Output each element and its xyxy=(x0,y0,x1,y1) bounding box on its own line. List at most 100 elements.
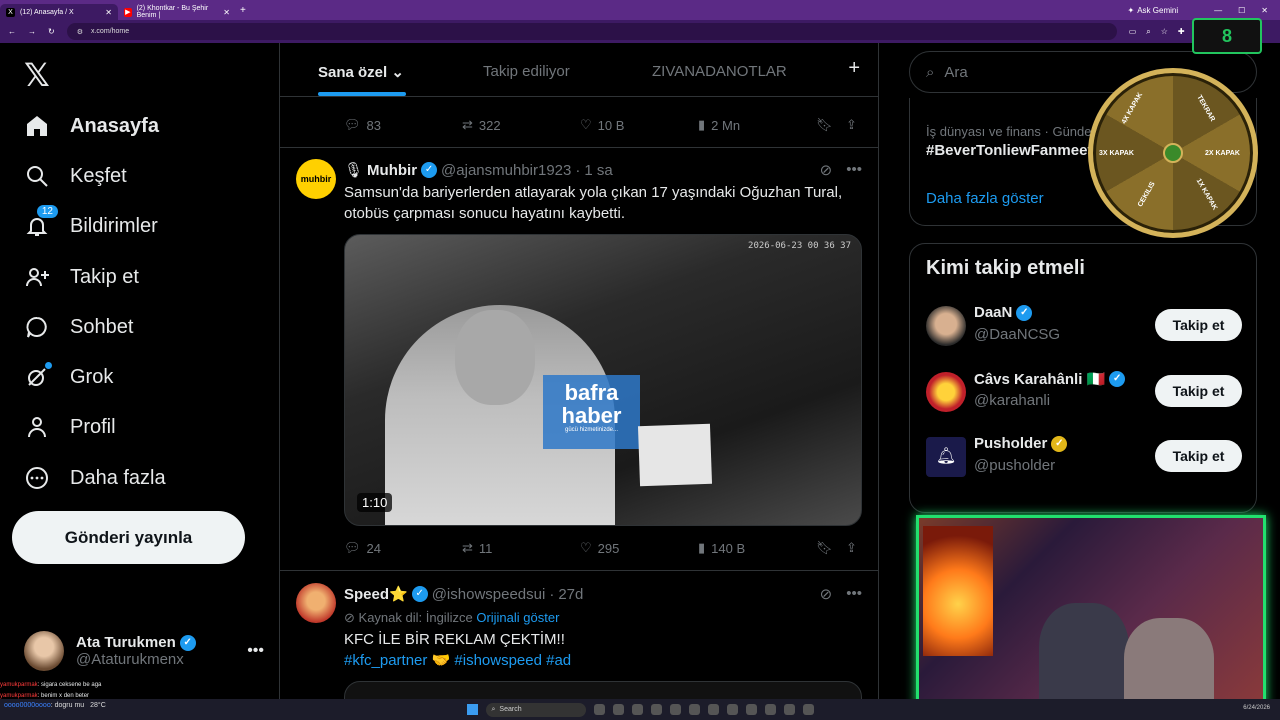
back-icon[interactable]: ← xyxy=(8,27,16,36)
taskbar-app-icon[interactable] xyxy=(783,704,795,715)
more-options-icon[interactable]: ••• xyxy=(846,585,862,603)
active-tab-indicator xyxy=(318,92,406,96)
new-tab-button[interactable]: + xyxy=(240,5,246,16)
tweet-video[interactable]: 2026-06-23 00 36 37 bafra haber gücü hiz… xyxy=(344,234,862,526)
nav-explore[interactable]: Keşfet xyxy=(24,156,127,196)
site-info-icon[interactable]: ⚙ xyxy=(77,28,83,36)
taskbar-app-icon[interactable] xyxy=(802,704,814,715)
bookmark-icon[interactable]: 🔖︎ xyxy=(816,117,846,133)
reload-icon[interactable]: ↻ xyxy=(48,27,55,36)
follow-button[interactable]: Takip et xyxy=(1155,440,1242,472)
views-button[interactable]: ▮ 140 B xyxy=(698,540,816,556)
tab-list[interactable]: ZIVANADANOTLAR xyxy=(652,63,787,80)
taskbar-app-icon[interactable] xyxy=(669,704,681,715)
views-button[interactable]: ▮ 2 Mn xyxy=(698,117,816,133)
tweet-hashtags[interactable]: #kfc_partner 🤝 #ishowspeed #ad xyxy=(344,650,854,671)
nav-grok[interactable]: Grok xyxy=(24,357,113,397)
url-field[interactable]: ⚙ x.com/home xyxy=(66,23,1117,40)
taskbar-app-icon[interactable] xyxy=(593,704,605,715)
follow-icon xyxy=(24,264,50,290)
wheel-hub xyxy=(1163,143,1183,163)
nav-follow[interactable]: Takip et xyxy=(24,257,139,297)
show-more-link[interactable]: Daha fazla göster xyxy=(926,190,1044,207)
chat-message: oooo0000oooo: dogru mu 28°C xyxy=(4,702,106,709)
maximize-icon[interactable]: ☐ xyxy=(1238,6,1245,15)
gemini-icon: ✦ xyxy=(1127,5,1135,15)
timeline-tabs: Sana özel ⌄ Takip ediliyor ZIVANADANOTLA… xyxy=(280,43,878,97)
repost-button[interactable]: ⇄ 11 xyxy=(462,540,580,556)
cast-icon[interactable]: ▭ xyxy=(1129,27,1137,37)
left-navigation: 𝕏 Anasayfa Keşfet 12 Bildirimler Takip e… xyxy=(0,43,279,720)
bookmark-star-icon[interactable]: ☆ xyxy=(1161,27,1168,37)
repost-button[interactable]: ⇄ 322 xyxy=(462,117,580,133)
account-switcher[interactable]: Ata Turukmen ✓ @Ataturukmenx ••• xyxy=(24,629,264,673)
post-button[interactable]: Gönderi yayınla xyxy=(12,511,245,564)
nav-chat[interactable]: Sohbet xyxy=(24,307,133,347)
follow-suggestion[interactable]: 🔔︎ Pusholder ✓ @pusholder Takip et xyxy=(926,435,1242,479)
browser-tab-youtube[interactable]: ▶ (2) Khontkar - Bu Şehir Benim | ✕ xyxy=(118,4,236,20)
reply-button[interactable]: 💬︎ 83 xyxy=(344,117,462,133)
avatar[interactable] xyxy=(296,583,336,623)
close-tab-icon[interactable]: ✕ xyxy=(223,8,230,17)
profile-icon xyxy=(24,414,50,440)
reply-icon: 💬︎ xyxy=(344,117,361,132)
reply-button[interactable]: 💬︎ 24 xyxy=(344,540,462,556)
follow-button[interactable]: Takip et xyxy=(1155,375,1242,407)
follow-suggestion[interactable]: Câvs Karahânli 🇮🇹 ✓ @karahanli Takip et xyxy=(926,370,1242,414)
nav-notifications[interactable]: 12 Bildirimler xyxy=(24,205,158,246)
zoom-icon[interactable]: ⌕ xyxy=(1146,27,1150,37)
add-tab-icon[interactable]: + xyxy=(848,57,860,80)
avatar[interactable]: muhbir xyxy=(296,159,336,199)
bookmark-icon[interactable]: 🔖︎ xyxy=(816,540,846,556)
start-icon[interactable] xyxy=(466,704,478,715)
grok-icon[interactable]: ⊘ xyxy=(820,161,833,179)
taskbar-app-icon[interactable] xyxy=(631,704,643,715)
taskbar-app-icon[interactable] xyxy=(745,704,757,715)
tweet-text: KFC İLE BİR REKLAM ÇEKTİM!! xyxy=(344,631,565,648)
close-tab-icon[interactable]: ✕ xyxy=(105,8,112,17)
grok-icon xyxy=(24,362,52,390)
follow-suggestion[interactable]: DaaN ✓ @DaaNCSG Takip et xyxy=(926,304,1242,348)
home-icon xyxy=(24,113,50,139)
search-icon: ⌕ xyxy=(491,705,496,713)
taskbar-app-icon[interactable] xyxy=(612,704,624,715)
like-button[interactable]: ♡ 10 B xyxy=(580,117,698,133)
forward-icon[interactable]: → xyxy=(28,27,36,36)
nav-home[interactable]: Anasayfa xyxy=(24,106,159,146)
follow-button[interactable]: Takip et xyxy=(1155,309,1242,341)
minimize-icon[interactable]: — xyxy=(1214,6,1222,15)
taskbar-app-icon[interactable] xyxy=(650,704,662,715)
taskbar-app-icon[interactable] xyxy=(707,704,719,715)
extensions-icon[interactable]: ✚ xyxy=(1178,27,1185,37)
tab-label: (12) Anasayfa / X xyxy=(20,8,74,16)
spin-wheel: 4X KAPAK TEKRAR 2X KAPAK 1X KAPAK CEKILI… xyxy=(1088,68,1258,238)
verified-icon: ✓ xyxy=(421,162,438,178)
taskbar-search[interactable]: ⌕ Search xyxy=(485,702,586,717)
nav-profile[interactable]: Profil xyxy=(24,407,116,447)
share-icon[interactable]: ⇪ xyxy=(846,540,857,556)
chat-icon xyxy=(24,314,50,340)
like-icon: ♡ xyxy=(580,117,592,132)
taskbar-app-icon[interactable] xyxy=(688,704,700,715)
taskbar-app-icon[interactable] xyxy=(726,704,738,715)
webcam-person xyxy=(1124,618,1214,705)
nav-more[interactable]: Daha fazla xyxy=(24,458,166,498)
like-button[interactable]: ♡ 295 xyxy=(580,540,698,556)
more-options-icon[interactable]: ••• xyxy=(846,161,862,179)
tab-following[interactable]: Takip ediliyor xyxy=(483,63,570,80)
x-logo-icon[interactable]: 𝕏 xyxy=(24,56,50,94)
tab-label: (2) Khontkar - Bu Şehir Benim | xyxy=(136,5,209,19)
taskbar-app-icon[interactable] xyxy=(764,704,776,715)
show-original-link[interactable]: Orijinali göster xyxy=(476,610,559,625)
grok-icon[interactable]: ⊘ xyxy=(820,585,833,603)
browser-tab-x[interactable]: X (12) Anasayfa / X ✕ xyxy=(0,4,118,20)
tab-for-you[interactable]: Sana özel ⌄ xyxy=(318,63,404,81)
translate-icon: ⊘ xyxy=(344,610,355,625)
trend-item[interactable]: #BeverTonliewFanmeet xyxy=(926,142,1092,159)
webcam-scene xyxy=(923,526,993,656)
stream-counter: 8 xyxy=(1192,18,1262,54)
share-icon[interactable]: ⇪ xyxy=(846,117,857,133)
close-window-icon[interactable]: ✕ xyxy=(1261,6,1268,15)
more-options-icon[interactable]: ••• xyxy=(247,642,264,660)
ask-gemini-button[interactable]: ✦ Ask Gemini xyxy=(1128,6,1179,15)
